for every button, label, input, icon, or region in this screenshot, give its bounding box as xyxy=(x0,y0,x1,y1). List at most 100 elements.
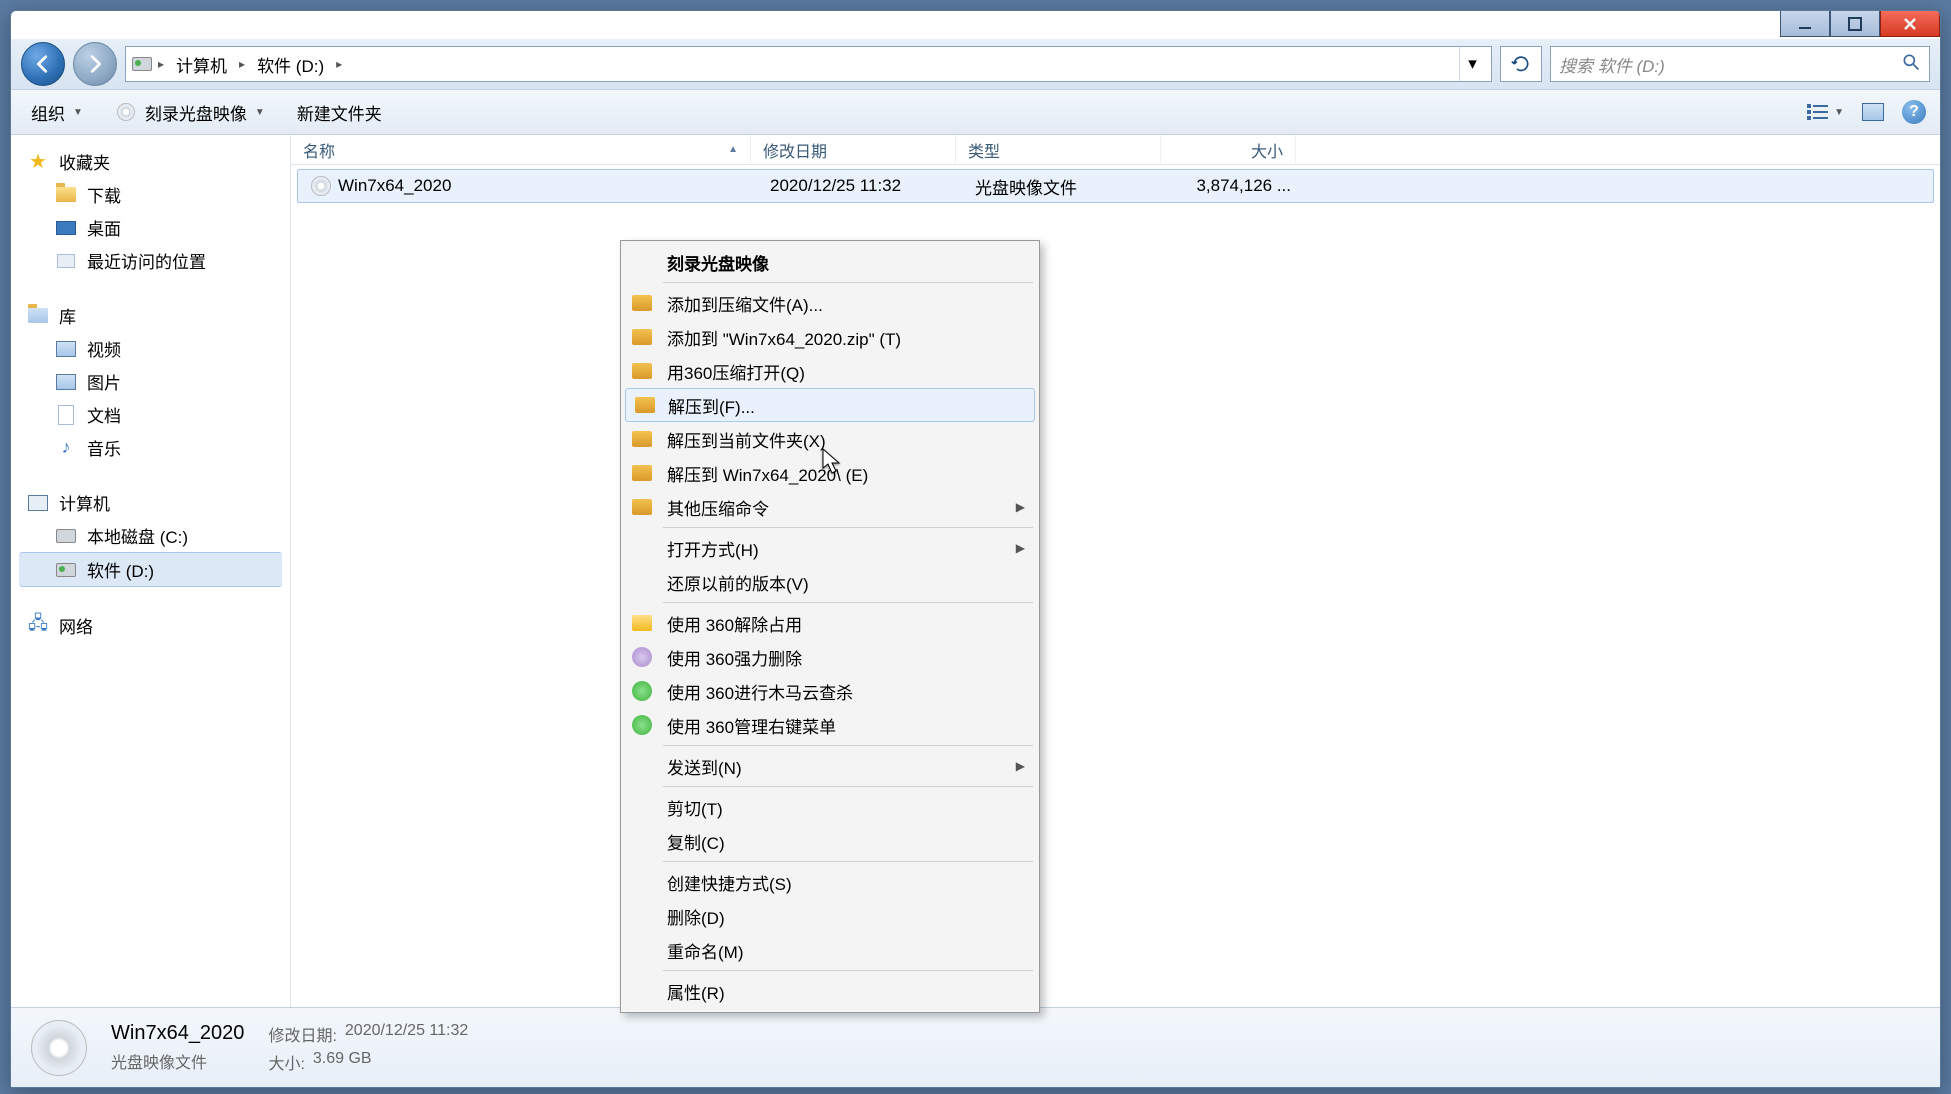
disc-icon xyxy=(115,102,137,122)
zip-icon xyxy=(631,428,653,450)
address-dropdown[interactable]: ▾ xyxy=(1459,47,1485,81)
search-placeholder: 搜索 软件 (D:) xyxy=(1559,52,1665,77)
context-menu: 刻录光盘映像 添加到压缩文件(A)... 添加到 "Win7x64_2020.z… xyxy=(620,240,1040,1013)
file-name: Win7x64_2020 xyxy=(338,176,451,196)
sidebar-item-desktop[interactable]: 桌面 xyxy=(11,211,290,244)
sidebar-item-drive-c[interactable]: 本地磁盘 (C:) xyxy=(11,519,290,552)
ctx-add-to-archive[interactable]: 添加到压缩文件(A)... xyxy=(623,286,1037,320)
details-size-label: 大小: xyxy=(268,1050,304,1074)
toolbar: 组织▼ 刻录光盘映像▼ 新建文件夹 ▼ ? xyxy=(11,89,1940,135)
music-icon: ♪ xyxy=(55,438,77,458)
chevron-right-icon: ▸ xyxy=(158,57,164,71)
view-mode-button[interactable]: ▼ xyxy=(1806,102,1844,122)
360-icon xyxy=(631,646,653,668)
list-icon xyxy=(1806,102,1830,122)
star-icon: ★ xyxy=(27,152,49,172)
sidebar-favorites[interactable]: ★收藏夹 xyxy=(11,145,290,178)
minimize-button[interactable] xyxy=(1780,11,1830,37)
details-size: 3.69 GB xyxy=(313,1050,372,1074)
ctx-restore-previous[interactable]: 还原以前的版本(V) xyxy=(623,565,1037,599)
chevron-right-icon: ▸ xyxy=(336,57,342,71)
breadcrumb-computer[interactable]: 计算机 xyxy=(170,47,233,81)
sidebar-item-pictures[interactable]: 图片 xyxy=(11,365,290,398)
zip-icon xyxy=(631,326,653,348)
close-button[interactable] xyxy=(1880,11,1940,37)
sidebar-item-music[interactable]: ♪音乐 xyxy=(11,431,290,464)
column-name[interactable]: 名称▲ xyxy=(291,135,751,164)
back-button[interactable] xyxy=(21,42,65,86)
nav-bar: ▸ 计算机 ▸ 软件 (D:) ▸ ▾ 搜索 软件 (D:) xyxy=(11,39,1940,89)
ctx-360-unlock[interactable]: 使用 360解除占用 xyxy=(623,606,1037,640)
file-size: 3,874,126 ... xyxy=(1168,170,1303,202)
ctx-properties[interactable]: 属性(R) xyxy=(623,974,1037,1008)
ctx-delete[interactable]: 删除(D) xyxy=(623,899,1037,933)
sidebar-item-drive-d[interactable]: 软件 (D:) xyxy=(19,552,282,587)
details-date-label: 修改日期: xyxy=(268,1022,336,1046)
sidebar-item-documents[interactable]: 文档 xyxy=(11,398,290,431)
zip-icon xyxy=(631,496,653,518)
breadcrumb-drive-d[interactable]: 软件 (D:) xyxy=(251,47,330,81)
window-controls xyxy=(1780,11,1940,43)
sidebar-libraries[interactable]: 库 xyxy=(11,299,290,332)
ctx-360-force-delete[interactable]: 使用 360强力删除 xyxy=(623,640,1037,674)
library-icon xyxy=(27,306,49,326)
360-icon xyxy=(631,714,653,736)
ctx-360-manage-menu[interactable]: 使用 360管理右键菜单 xyxy=(623,708,1037,742)
sidebar-computer[interactable]: 计算机 xyxy=(11,486,290,519)
drive-icon xyxy=(55,560,77,580)
file-row[interactable]: Win7x64_2020 2020/12/25 11:32 光盘映像文件 3,8… xyxy=(297,169,1934,203)
ctx-copy[interactable]: 复制(C) xyxy=(623,824,1037,858)
sidebar-network[interactable]: 🖧网络 xyxy=(11,609,290,642)
submenu-arrow-icon: ▶ xyxy=(1016,541,1025,555)
desktop-icon xyxy=(55,218,77,238)
sort-ascending-icon: ▲ xyxy=(728,144,738,155)
maximize-button[interactable] xyxy=(1830,11,1880,37)
search-icon xyxy=(1901,52,1921,77)
sidebar-item-videos[interactable]: 视频 xyxy=(11,332,290,365)
ctx-other-zip[interactable]: 其他压缩命令▶ xyxy=(623,490,1037,524)
ctx-extract-here[interactable]: 解压到当前文件夹(X) xyxy=(623,422,1037,456)
360-icon xyxy=(631,680,653,702)
recent-icon xyxy=(55,251,77,271)
zip-icon xyxy=(634,394,656,416)
ctx-extract-to[interactable]: 解压到(F)... xyxy=(625,388,1035,422)
sidebar-item-recent[interactable]: 最近访问的位置 xyxy=(11,244,290,277)
video-icon xyxy=(55,339,77,359)
ctx-send-to[interactable]: 发送到(N)▶ xyxy=(623,749,1037,783)
new-folder-button[interactable]: 新建文件夹 xyxy=(291,96,388,129)
column-size[interactable]: 大小 xyxy=(1161,135,1296,164)
forward-button[interactable] xyxy=(73,42,117,86)
ctx-open-with[interactable]: 打开方式(H)▶ xyxy=(623,531,1037,565)
submenu-arrow-icon: ▶ xyxy=(1016,759,1025,773)
document-icon xyxy=(55,405,77,425)
column-headers: 名称▲ 修改日期 类型 大小 xyxy=(291,135,1940,165)
column-date[interactable]: 修改日期 xyxy=(751,135,956,164)
chevron-down-icon: ▼ xyxy=(255,107,265,118)
sidebar-item-downloads[interactable]: 下载 xyxy=(11,178,290,211)
ctx-create-shortcut[interactable]: 创建快捷方式(S) xyxy=(623,865,1037,899)
ctx-burn-disc-image[interactable]: 刻录光盘映像 xyxy=(623,245,1037,279)
file-list-pane: 名称▲ 修改日期 类型 大小 Win7x64_2020 2020/12/25 1… xyxy=(291,135,1940,1007)
burn-image-button[interactable]: 刻录光盘映像▼ xyxy=(109,96,271,129)
disc-image-icon xyxy=(310,176,332,196)
details-name: Win7x64_2020 xyxy=(111,1022,244,1045)
organize-button[interactable]: 组织▼ xyxy=(25,96,89,129)
ctx-extract-named[interactable]: 解压到 Win7x64_2020\ (E) xyxy=(623,456,1037,490)
refresh-button[interactable] xyxy=(1500,46,1542,82)
ctx-360-scan[interactable]: 使用 360进行木马云查杀 xyxy=(623,674,1037,708)
preview-pane-button[interactable] xyxy=(1862,103,1884,121)
address-bar[interactable]: ▸ 计算机 ▸ 软件 (D:) ▸ ▾ xyxy=(125,46,1492,82)
ctx-open-360zip[interactable]: 用360压缩打开(Q) xyxy=(623,354,1037,388)
search-input[interactable]: 搜索 软件 (D:) xyxy=(1550,46,1930,82)
help-button[interactable]: ? xyxy=(1902,100,1926,124)
chevron-right-icon: ▸ xyxy=(239,57,245,71)
zip-icon xyxy=(631,360,653,382)
details-date: 2020/12/25 11:32 xyxy=(345,1022,468,1046)
zip-icon xyxy=(631,292,653,314)
column-type[interactable]: 类型 xyxy=(956,135,1161,164)
ctx-cut[interactable]: 剪切(T) xyxy=(623,790,1037,824)
file-date: 2020/12/25 11:32 xyxy=(758,170,963,202)
ctx-rename[interactable]: 重命名(M) xyxy=(623,933,1037,967)
ctx-add-to-zip[interactable]: 添加到 "Win7x64_2020.zip" (T) xyxy=(623,320,1037,354)
drive-icon xyxy=(132,54,152,74)
